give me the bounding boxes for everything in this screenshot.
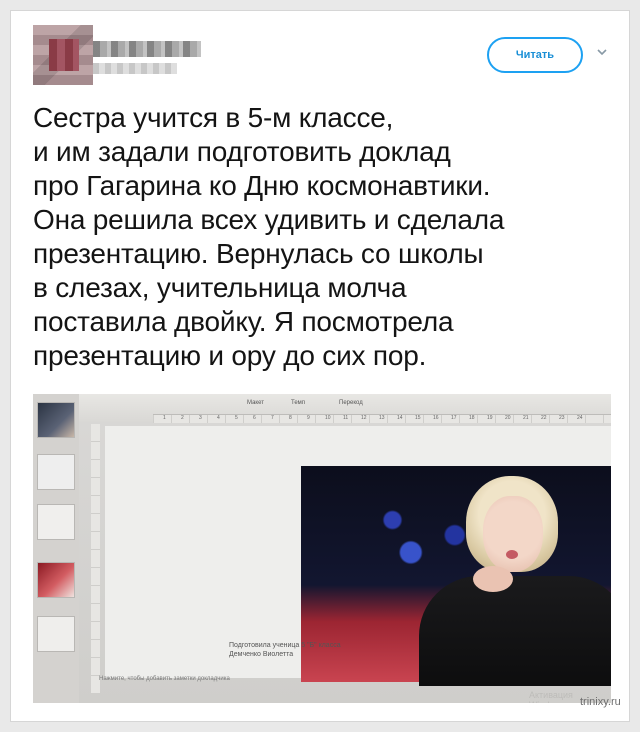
user-name-blurred[interactable]: [93, 41, 201, 57]
tweet-text-line: поставила двойку. Я посмотрела: [33, 306, 454, 337]
ruler-number: 5: [235, 415, 238, 421]
ribbon-item: Макет: [247, 400, 264, 406]
ruler-number: 15: [415, 415, 421, 421]
user-handle-blurred: [93, 63, 177, 74]
avatar[interactable]: [33, 25, 93, 85]
ruler-numbers: 1 2 3 4 5 6 7 8 9 10 11 12 13 14 15 16 1…: [153, 414, 611, 423]
slide-thumbnail[interactable]: [37, 402, 75, 438]
tweet-text: Сестра учится в 5-м классе, и им задали …: [33, 101, 625, 373]
slide-caption-line: Демченко Виолетта: [229, 651, 294, 658]
ruler-number: 17: [451, 415, 457, 421]
ruler-number: 9: [307, 415, 310, 421]
person-hand: [473, 566, 513, 592]
tweet-text-line: презентацию и ору до сих пор.: [33, 340, 427, 371]
ruler-number: 3: [199, 415, 202, 421]
ruler-number: 22: [541, 415, 547, 421]
tweet-photo[interactable]: Макет Темп Перекод 1 2 3 4 5 6 7 8 9 10 …: [33, 394, 611, 703]
ruler-number: 21: [523, 415, 529, 421]
ruler-number: 20: [505, 415, 511, 421]
tweet-text-line: в слезах, учительница молча: [33, 272, 407, 303]
person-lips: [506, 550, 518, 559]
ribbon-item: Темп: [291, 400, 306, 406]
ruler-number: 8: [289, 415, 292, 421]
slide-canvas[interactable]: [105, 426, 611, 686]
follow-button[interactable]: Читать: [487, 37, 583, 73]
ruler-number: 23: [559, 415, 565, 421]
vertical-ruler: [91, 424, 100, 694]
person-body: [419, 576, 611, 686]
ruler-number: 13: [379, 415, 385, 421]
tweet-text-line: про Гагарина ко Дню космонавтики.: [33, 170, 491, 201]
tweet-text-line: и им задали подготовить доклад: [33, 136, 451, 167]
ruler-number: 16: [433, 415, 439, 421]
slide-thumbnail[interactable]: [37, 504, 75, 540]
ruler-number: 6: [253, 415, 256, 421]
ruler-number: 19: [487, 415, 493, 421]
slide-caption[interactable]: Подготовила ученица 5 "Б" класса Демченк…: [229, 641, 341, 659]
chevron-down-icon[interactable]: [595, 45, 609, 59]
ruler-number: 4: [217, 415, 220, 421]
ruler-number: 10: [325, 415, 331, 421]
slide-thumbnails-panel: [33, 394, 79, 703]
tweet-card: Читать Сестра учится в 5-м классе, и им …: [10, 10, 630, 722]
ribbon-item: Перекод: [339, 400, 363, 406]
ruler-number: 11: [343, 415, 349, 421]
ruler-number: 2: [181, 415, 184, 421]
slide-thumbnail[interactable]: [37, 616, 75, 652]
ruler-number: 18: [469, 415, 475, 421]
ruler-number: 14: [397, 415, 403, 421]
ruler-number: 12: [361, 415, 367, 421]
slide-thumbnail[interactable]: [37, 562, 75, 598]
ruler-number: 7: [271, 415, 274, 421]
slide-thumbnail[interactable]: [37, 454, 75, 490]
slide-photo[interactable]: [301, 466, 611, 686]
person-face: [483, 496, 543, 572]
tweet-text-line: Она решила всех удивить и сделала: [33, 204, 505, 235]
ruler-number: 1: [163, 415, 166, 421]
tweet-text-line: презентацию. Вернулась со школы: [33, 238, 484, 269]
ruler-number: 24: [577, 415, 583, 421]
slide-caption-line: Подготовила ученица 5 "Б" класса: [229, 642, 341, 649]
site-watermark: trinixy.ru: [580, 696, 621, 708]
speaker-notes-hint[interactable]: Нажмите, чтобы добавить заметки докладчи…: [99, 676, 230, 682]
tweet-text-line: Сестра учится в 5-м классе,: [33, 102, 394, 133]
